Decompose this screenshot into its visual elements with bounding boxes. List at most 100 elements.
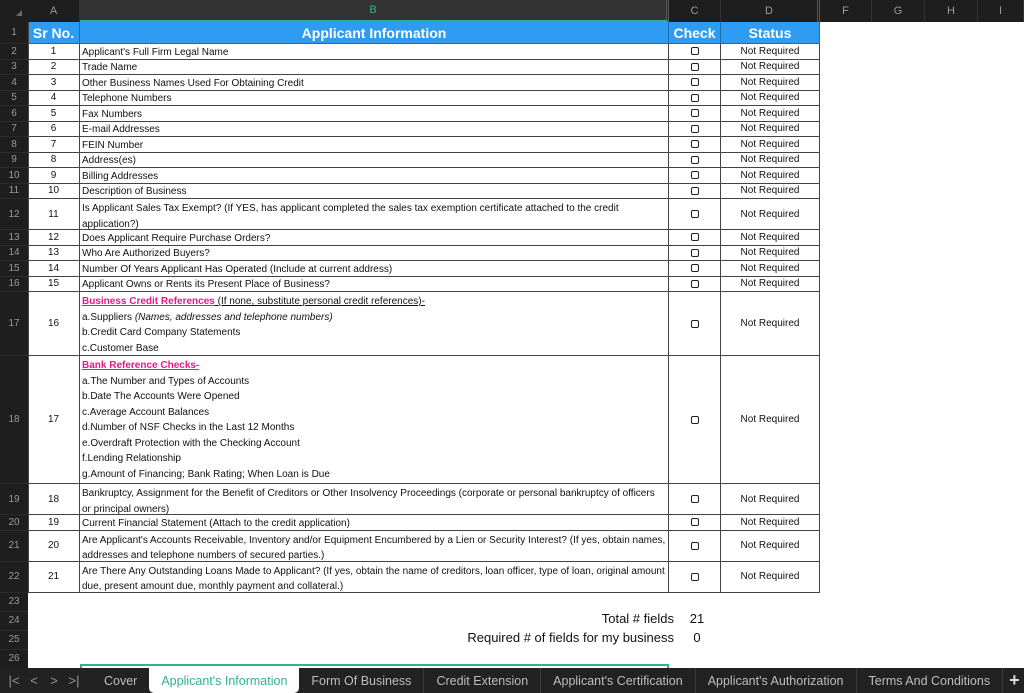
sr-no-cell[interactable]: 1: [28, 44, 80, 60]
status-cell[interactable]: Not Required: [721, 245, 820, 261]
last-sheet-button[interactable]: >|: [64, 673, 84, 688]
sr-no-cell[interactable]: 18: [28, 484, 80, 515]
status-cell[interactable]: Not Required: [721, 152, 820, 168]
sr-no-cell[interactable]: 10: [28, 183, 80, 199]
check-cell[interactable]: [669, 183, 721, 199]
applicant-info-cell[interactable]: Bank Reference Checks-a.The Number and T…: [80, 356, 669, 484]
check-cell[interactable]: [669, 168, 721, 184]
check-cell[interactable]: [669, 137, 721, 153]
sr-no-cell[interactable]: 11: [28, 199, 80, 230]
row-header[interactable]: 12: [0, 199, 28, 230]
checkbox[interactable]: [690, 155, 699, 164]
add-sheet-button[interactable]: +: [1003, 670, 1020, 691]
status-cell[interactable]: Not Required: [721, 484, 820, 515]
checkbox[interactable]: [690, 495, 699, 503]
applicant-info-cell[interactable]: Address(es): [80, 152, 669, 168]
row-header[interactable]: 18: [0, 356, 28, 484]
applicant-info-cell[interactable]: Who Are Authorized Buyers?: [80, 245, 669, 261]
applicant-info-cell[interactable]: Does Applicant Require Purchase Orders?: [80, 230, 669, 246]
checkbox[interactable]: [690, 279, 699, 288]
sheet-tab[interactable]: Applicant's Certification: [541, 668, 696, 693]
row-header[interactable]: 1: [0, 22, 28, 44]
applicant-info-cell[interactable]: Are There Any Outstanding Loans Made to …: [80, 561, 669, 593]
applicant-info-cell[interactable]: Applicant's Full Firm Legal Name: [80, 44, 669, 60]
applicant-info-cell[interactable]: Are Applicant's Accounts Receivable, Inv…: [80, 530, 669, 562]
check-cell[interactable]: [669, 561, 721, 593]
applicant-info-cell[interactable]: E-mail Addresses: [80, 121, 669, 137]
checkbox[interactable]: [690, 572, 699, 581]
checkbox[interactable]: [690, 78, 699, 87]
sheet-tab[interactable]: Terms And Conditions: [857, 668, 1004, 693]
status-cell[interactable]: Not Required: [721, 106, 820, 122]
status-cell[interactable]: Not Required: [721, 230, 820, 246]
sheet-tab[interactable]: Cover: [92, 668, 149, 693]
column-header-f[interactable]: F: [820, 0, 872, 22]
status-cell[interactable]: Not Required: [721, 292, 820, 356]
applicant-info-cell[interactable]: Bankruptcy, Assignment for the Benefit o…: [80, 484, 669, 515]
checkbox[interactable]: [690, 541, 699, 550]
checkbox[interactable]: [690, 210, 699, 218]
column-header-h[interactable]: H: [925, 0, 978, 22]
checkbox[interactable]: [690, 415, 699, 424]
sr-no-cell[interactable]: 6: [28, 121, 80, 137]
row-header[interactable]: 3: [0, 60, 28, 75]
row-header[interactable]: 16: [0, 277, 28, 292]
check-cell[interactable]: [669, 276, 721, 292]
column-header-d[interactable]: D: [721, 0, 820, 22]
checkbox[interactable]: [690, 62, 699, 71]
next-sheet-button[interactable]: >: [44, 673, 64, 688]
row-header[interactable]: 15: [0, 261, 28, 277]
row-header[interactable]: 26: [0, 650, 28, 669]
checkbox[interactable]: [690, 124, 699, 133]
checkbox[interactable]: [690, 47, 699, 56]
sr-no-cell[interactable]: 16: [28, 292, 80, 356]
sheet-tab[interactable]: Applicant's Information: [149, 668, 300, 693]
row-header[interactable]: 2: [0, 44, 28, 60]
check-cell[interactable]: [669, 230, 721, 246]
check-cell[interactable]: [669, 292, 721, 356]
row-header[interactable]: 13: [0, 230, 28, 246]
row-header[interactable]: 4: [0, 75, 28, 91]
checkbox[interactable]: [690, 93, 699, 102]
applicant-info-cell[interactable]: Telephone Numbers: [80, 90, 669, 106]
row-header[interactable]: 7: [0, 122, 28, 137]
status-cell[interactable]: Not Required: [721, 356, 820, 484]
applicant-info-cell[interactable]: FEIN Number: [80, 137, 669, 153]
sr-no-cell[interactable]: 3: [28, 75, 80, 91]
row-header[interactable]: 25: [0, 631, 28, 650]
check-cell[interactable]: [669, 199, 721, 230]
status-cell[interactable]: Not Required: [721, 530, 820, 562]
sr-no-cell[interactable]: 20: [28, 530, 80, 562]
check-cell[interactable]: [669, 106, 721, 122]
sr-no-cell[interactable]: 21: [28, 561, 80, 593]
applicant-info-cell[interactable]: Trade Name: [80, 59, 669, 75]
applicant-info-cell[interactable]: Is Applicant Sales Tax Exempt? (If YES, …: [80, 199, 669, 230]
sheet-tab[interactable]: Credit Extension: [424, 668, 542, 693]
applicant-info-cell[interactable]: Current Financial Statement (Attach to t…: [80, 515, 669, 531]
row-header[interactable]: 24: [0, 612, 28, 631]
sr-no-cell[interactable]: 14: [28, 261, 80, 277]
status-cell[interactable]: Not Required: [721, 261, 820, 277]
status-cell[interactable]: Not Required: [721, 121, 820, 137]
row-header[interactable]: 6: [0, 106, 28, 122]
column-header-b[interactable]: B: [80, 0, 669, 22]
status-cell[interactable]: Not Required: [721, 561, 820, 593]
sr-no-cell[interactable]: 7: [28, 137, 80, 153]
sr-no-cell[interactable]: 17: [28, 356, 80, 484]
select-all-corner[interactable]: [0, 0, 28, 22]
sr-no-cell[interactable]: 19: [28, 515, 80, 531]
row-header[interactable]: 9: [0, 153, 28, 168]
check-cell[interactable]: [669, 530, 721, 562]
first-sheet-button[interactable]: |<: [4, 673, 24, 688]
column-header-c[interactable]: C: [669, 0, 721, 22]
applicant-info-cell[interactable]: Number Of Years Applicant Has Operated (…: [80, 261, 669, 277]
check-cell[interactable]: [669, 245, 721, 261]
check-cell[interactable]: [669, 75, 721, 91]
status-cell[interactable]: Not Required: [721, 276, 820, 292]
check-cell[interactable]: [669, 484, 721, 515]
applicant-info-cell[interactable]: Billing Addresses: [80, 168, 669, 184]
checkbox[interactable]: [690, 248, 699, 257]
row-header[interactable]: 20: [0, 515, 28, 531]
sr-no-cell[interactable]: 15: [28, 276, 80, 292]
checkbox[interactable]: [690, 140, 699, 149]
